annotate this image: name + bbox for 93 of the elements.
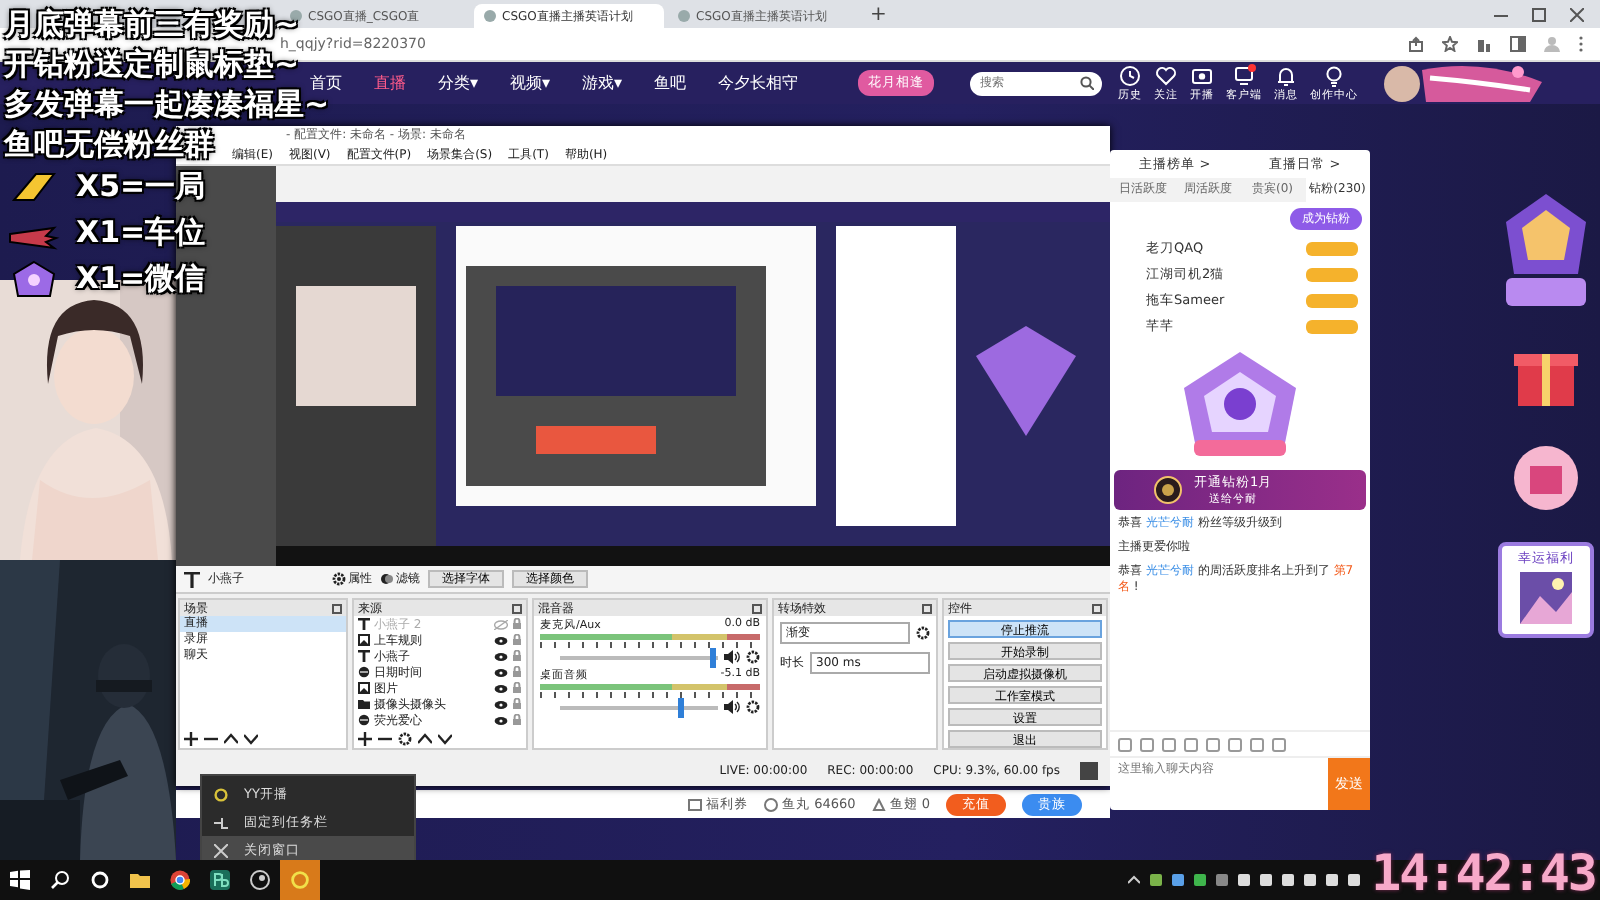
folder-icon[interactable] — [130, 870, 150, 890]
lock-icon[interactable] — [512, 634, 522, 646]
move-up-icon[interactable] — [418, 731, 432, 745]
fan-badge — [1306, 294, 1358, 308]
eye-icon[interactable] — [494, 683, 508, 693]
stream-clock: 14:42:43 — [1371, 844, 1596, 900]
nav-link[interactable]: 鱼吧 — [654, 73, 687, 93]
text-source-icon — [358, 618, 370, 630]
ingot-icon — [8, 168, 60, 206]
gear-icon[interactable] — [746, 700, 760, 714]
filter-icon — [380, 572, 394, 586]
maximize-icon[interactable] — [1532, 7, 1546, 21]
lock-icon[interactable] — [512, 650, 522, 662]
close-icon — [214, 843, 228, 857]
pin-icon — [214, 815, 228, 829]
image-source-icon — [358, 682, 370, 694]
emoji-icon[interactable] — [1118, 737, 1132, 751]
share-icon[interactable] — [1408, 36, 1424, 52]
gear-icon[interactable] — [746, 650, 760, 664]
more-icon[interactable] — [1578, 36, 1584, 52]
nav-link[interactable]: 视频▾ — [510, 73, 551, 93]
crest-icon — [8, 260, 60, 298]
pb-icon[interactable] — [210, 870, 230, 890]
slider-thumb[interactable] — [677, 697, 684, 717]
client-icon[interactable] — [1232, 64, 1257, 88]
camera-icon[interactable] — [1190, 64, 1215, 88]
horn-icon[interactable] — [1162, 737, 1176, 751]
box-icon[interactable] — [1206, 737, 1220, 751]
globe-source-icon — [358, 666, 370, 678]
nav-link[interactable]: 游戏▾ — [582, 73, 623, 93]
star-icon[interactable] — [1442, 36, 1458, 52]
eye-icon[interactable] — [494, 715, 508, 725]
folder-source-icon — [358, 698, 370, 710]
text-source-icon — [358, 650, 370, 662]
eye-icon[interactable] — [494, 651, 508, 661]
fan-badge — [1306, 242, 1358, 256]
gift-icon[interactable] — [1140, 737, 1154, 751]
undock-icon[interactable] — [1092, 603, 1102, 613]
chrome-icon[interactable] — [170, 870, 190, 890]
eye-icon[interactable] — [494, 667, 508, 677]
heart-icon[interactable] — [1154, 64, 1179, 88]
gear-icon — [332, 572, 346, 586]
globe-source-icon — [358, 714, 370, 726]
lock-icon[interactable] — [512, 618, 522, 630]
fan-badge — [1306, 268, 1358, 282]
gear-icon[interactable] — [916, 626, 930, 640]
fan-badge — [1306, 320, 1358, 334]
speaker-icon[interactable] — [724, 650, 740, 664]
ticket-icon — [688, 797, 703, 811]
eye-icon[interactable] — [494, 699, 508, 709]
eye-icon[interactable] — [494, 635, 508, 645]
cortana-icon[interactable] — [90, 870, 110, 890]
nav-link[interactable]: 分类▾ — [438, 73, 479, 93]
reward-text: X5=一局 — [76, 168, 206, 206]
undock-icon[interactable] — [922, 603, 932, 613]
lock-icon[interactable] — [512, 698, 522, 710]
move-down-icon[interactable] — [438, 731, 452, 745]
medal-icon — [1154, 475, 1182, 503]
search-icon — [1080, 76, 1095, 90]
speaker-icon[interactable] — [724, 700, 740, 714]
nav-link[interactable]: 首页 — [310, 73, 342, 93]
reward-text: X1=车位 — [76, 214, 206, 252]
box-icon[interactable] — [1250, 737, 1264, 751]
box-icon[interactable] — [1228, 737, 1242, 751]
new-tab-button[interactable]: + — [870, 3, 887, 25]
start-icon[interactable] — [10, 870, 30, 890]
undock-icon[interactable] — [512, 603, 522, 613]
nav-link[interactable]: 今夕长相守 — [718, 73, 799, 93]
add-icon[interactable] — [358, 731, 372, 745]
bulb-icon[interactable] — [1322, 64, 1347, 88]
search-icon[interactable] — [50, 870, 70, 890]
stop-icon — [1080, 761, 1098, 779]
lock-icon[interactable] — [512, 666, 522, 678]
image-source-icon — [358, 634, 370, 646]
history-icon[interactable] — [1118, 64, 1143, 88]
undock-icon[interactable] — [752, 603, 762, 613]
fin-icon — [871, 797, 886, 811]
box-icon[interactable] — [1272, 737, 1286, 751]
lock-icon[interactable] — [512, 714, 522, 726]
coin-icon — [764, 797, 779, 811]
gear-icon[interactable] — [398, 731, 412, 745]
sidebar-icon[interactable] — [1510, 36, 1526, 52]
text-source-icon — [184, 571, 200, 587]
bell-icon[interactable] — [1274, 64, 1299, 88]
lock-icon[interactable] — [512, 682, 522, 694]
move-up-icon[interactable] — [224, 731, 238, 745]
nav-link[interactable]: 直播 — [374, 73, 406, 93]
chevron-icon[interactable] — [1128, 874, 1140, 886]
close-icon[interactable] — [1570, 7, 1584, 21]
add-icon[interactable] — [184, 731, 198, 745]
slider-thumb[interactable] — [710, 647, 717, 667]
undock-icon[interactable] — [332, 603, 342, 613]
move-down-icon[interactable] — [244, 731, 258, 745]
